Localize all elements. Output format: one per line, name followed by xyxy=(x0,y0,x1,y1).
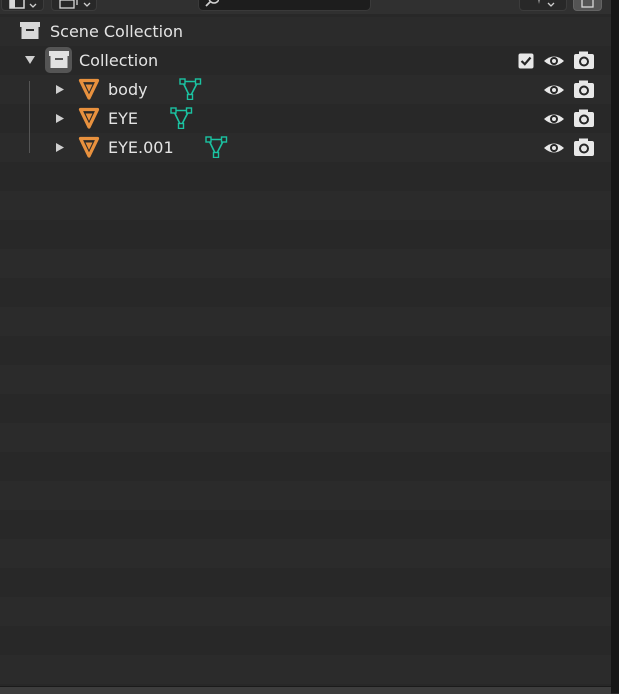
empty-row xyxy=(0,423,611,452)
empty-row xyxy=(0,307,611,336)
expand-arrow-right-icon[interactable] xyxy=(55,113,65,124)
display-mode-icon xyxy=(9,0,37,9)
search-icon xyxy=(205,0,219,7)
camera-render-icon[interactable] xyxy=(573,138,595,157)
mesh-data-icon[interactable] xyxy=(170,107,194,129)
empty-row xyxy=(0,597,611,626)
region-border-right[interactable] xyxy=(611,0,619,693)
eye-visibility-icon[interactable] xyxy=(543,111,565,127)
eye-visibility-icon[interactable] xyxy=(543,53,565,69)
filter-popover-button[interactable] xyxy=(51,0,97,11)
mesh-object-icon xyxy=(78,136,100,158)
display-mode-button[interactable] xyxy=(1,0,44,11)
eye-visibility-icon[interactable] xyxy=(543,140,565,156)
empty-row xyxy=(0,249,611,278)
exclude-checkbox-icon[interactable] xyxy=(518,53,534,69)
empty-row xyxy=(0,626,611,655)
object-label: EYE xyxy=(108,109,138,128)
empty-row xyxy=(0,278,611,307)
filter-options-button[interactable] xyxy=(519,0,567,11)
empty-row xyxy=(0,336,611,365)
expand-arrow-right-icon[interactable] xyxy=(55,84,65,95)
outliner-row-collection[interactable]: Collection xyxy=(0,46,611,75)
collection-label: Collection xyxy=(79,51,159,70)
empty-row xyxy=(0,220,611,249)
empty-row xyxy=(0,510,611,539)
empty-row xyxy=(0,191,611,220)
empty-row xyxy=(0,452,611,481)
outliner-header xyxy=(0,0,611,14)
mesh-data-icon[interactable] xyxy=(205,136,229,158)
mesh-object-icon xyxy=(78,78,100,100)
collection-icon xyxy=(49,51,69,68)
empty-row xyxy=(0,481,611,510)
mesh-object-icon xyxy=(78,107,100,129)
filter-icon xyxy=(59,0,91,9)
empty-row xyxy=(0,394,611,423)
expand-arrow-right-icon[interactable] xyxy=(55,142,65,153)
eye-visibility-icon[interactable] xyxy=(543,82,565,98)
mesh-data-icon[interactable] xyxy=(179,78,203,100)
new-collection-button[interactable] xyxy=(573,0,602,11)
empty-row xyxy=(0,365,611,394)
camera-render-icon[interactable] xyxy=(573,51,595,70)
object-label: body xyxy=(108,80,148,99)
outliner-row-object[interactable]: body xyxy=(0,75,611,104)
search-field[interactable] xyxy=(198,0,371,11)
camera-render-icon[interactable] xyxy=(573,80,595,99)
outliner-row-object[interactable]: EYE.001 xyxy=(0,133,611,162)
funnel-icon xyxy=(538,0,555,7)
new-collection-icon xyxy=(581,0,594,8)
hierarchy-line xyxy=(29,81,30,153)
empty-row xyxy=(0,162,611,191)
empty-row xyxy=(0,539,611,568)
empty-row xyxy=(0,655,611,684)
object-label: EYE.001 xyxy=(108,138,174,157)
outliner-row-scene-collection[interactable]: Scene Collection xyxy=(0,17,611,46)
empty-row xyxy=(0,568,611,597)
scene-collection-label: Scene Collection xyxy=(50,22,184,41)
outliner-panel: Scene Collection Collection body EYE EYE… xyxy=(0,0,611,686)
camera-render-icon[interactable] xyxy=(573,109,595,128)
scene-collection-icon xyxy=(20,22,40,39)
expand-arrow-down-icon[interactable] xyxy=(24,55,36,65)
outliner-row-object[interactable]: EYE xyxy=(0,104,611,133)
